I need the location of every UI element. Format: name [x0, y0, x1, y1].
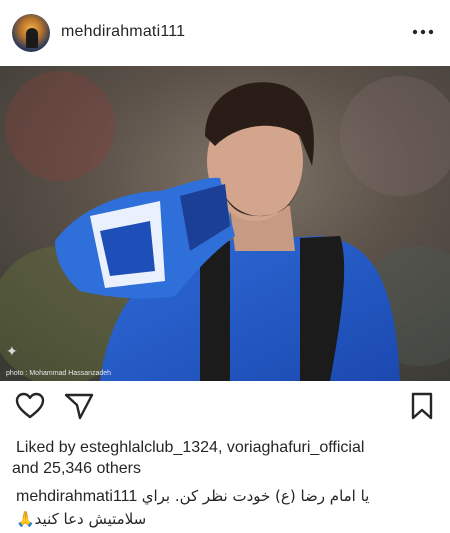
likes-and: and	[12, 460, 44, 477]
post-actions	[0, 390, 450, 430]
paper-plane-icon	[64, 393, 94, 420]
heart-icon	[15, 392, 45, 419]
post-caption: mehdirahmati111 یا امام رضا (ع) خودت نظر…	[16, 485, 436, 530]
liker-username-1[interactable]: esteghlalclub_1324	[80, 439, 218, 456]
likes-separator: ,	[217, 439, 227, 456]
bookmark-icon	[411, 392, 433, 420]
like-button[interactable]	[14, 390, 48, 424]
likes-prefix: Liked by	[16, 439, 81, 456]
svg-text:✦: ✦	[6, 344, 18, 360]
ellipsis-icon	[412, 29, 434, 35]
save-button[interactable]	[406, 390, 440, 424]
caption-text-line-2: سلامتیش دعا کنید🙏	[16, 510, 147, 528]
share-button[interactable]	[63, 390, 97, 424]
profile-avatar[interactable]	[12, 14, 50, 52]
post-photo[interactable]: ✦ photo : Mohammad Hassanzadeh	[0, 66, 450, 381]
post-header: mehdirahmati111	[0, 0, 450, 66]
likes-others-count[interactable]: 25,346 others	[43, 460, 141, 477]
caption-text-line-1: یا امام رضا (ع) خودت نظر کن. براي	[141, 487, 370, 505]
player-photo-illustration: ✦	[0, 66, 450, 381]
more-options-button[interactable]	[412, 22, 434, 42]
photo-credit: photo : Mohammad Hassanzadeh	[6, 370, 112, 377]
likes-summary: Liked by esteghlalclub_1324, voriaghafur…	[12, 437, 436, 479]
caption-username[interactable]: mehdirahmati111	[16, 488, 137, 505]
liker-username-2[interactable]: voriaghafuri_official	[227, 439, 365, 456]
post-username[interactable]: mehdirahmati111	[61, 23, 185, 41]
